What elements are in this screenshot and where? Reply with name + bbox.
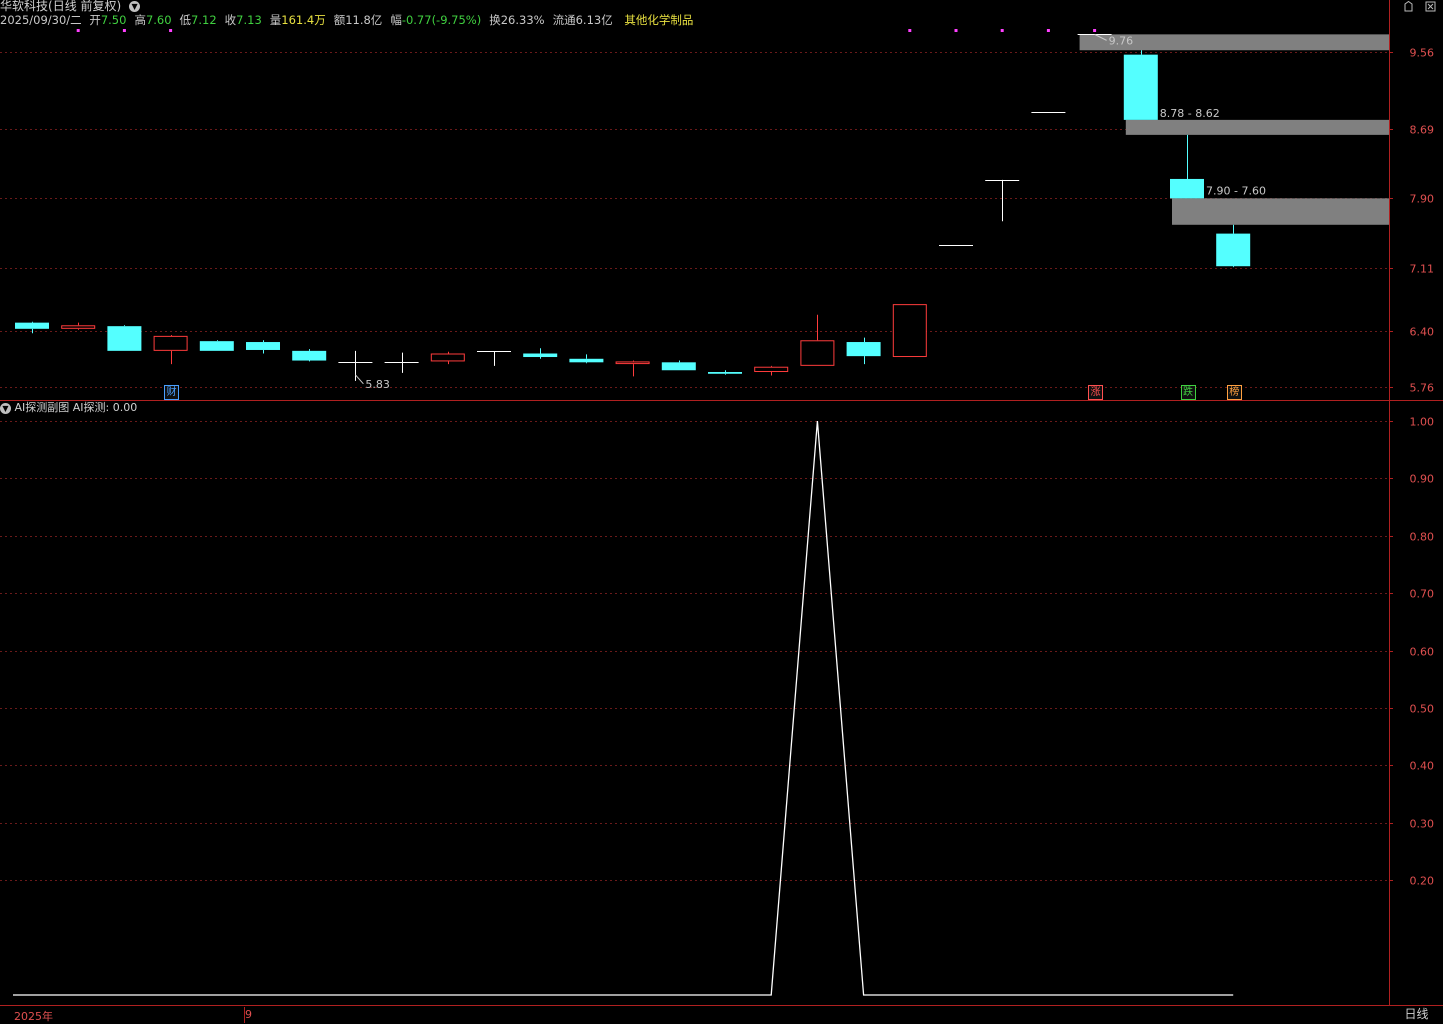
chart-canvas[interactable]: 9.56 8.69 7.90 7.11 6.40 5.76 1.00 0.90 0.80 0.7… xyxy=(0,0,1443,1023)
candle-body xyxy=(616,362,649,364)
gap-range-label: 8.78 - 8.62 xyxy=(1160,107,1220,120)
low-pointer xyxy=(355,375,363,384)
event-badge[interactable]: 跌 xyxy=(1181,385,1196,400)
low-label: 5.83 xyxy=(365,378,390,391)
candle-body xyxy=(15,323,49,329)
y-tick-label: 0.30 xyxy=(1410,818,1435,831)
candle xyxy=(200,340,234,351)
candle-body xyxy=(1124,55,1158,120)
candle-body xyxy=(431,354,464,361)
sub-chart-title[interactable]: AI探测副图 xyxy=(15,401,70,414)
y-tick-label: 1.00 xyxy=(1410,416,1435,429)
high-label: 9.76 xyxy=(1109,34,1134,47)
candle xyxy=(616,361,649,377)
candle-body xyxy=(523,354,557,358)
event-badge[interactable]: 财 xyxy=(164,385,179,400)
candle xyxy=(662,361,696,371)
gap-box xyxy=(1172,198,1389,224)
marker-dot xyxy=(1093,29,1096,32)
y-tick-label: 0.50 xyxy=(1410,703,1435,716)
candle xyxy=(1031,112,1065,113)
candle xyxy=(431,352,464,364)
candle-body xyxy=(847,342,881,356)
candle xyxy=(477,352,511,366)
marker-dot xyxy=(169,29,172,32)
candle-body xyxy=(200,341,234,351)
candle xyxy=(893,304,926,357)
marker-dot xyxy=(77,29,80,32)
marker-dot xyxy=(1001,29,1004,32)
candle xyxy=(62,323,95,330)
candle-body xyxy=(1216,234,1250,267)
y-tick-label: 7.11 xyxy=(1410,263,1435,276)
candle xyxy=(985,180,1019,221)
candle xyxy=(385,353,419,373)
gap-box xyxy=(1126,120,1389,135)
candle xyxy=(708,370,742,374)
candle-body xyxy=(755,367,788,371)
event-badge[interactable]: 榜 xyxy=(1227,385,1242,400)
y-tick-label: 0.60 xyxy=(1410,646,1435,659)
y-tick-label: 8.69 xyxy=(1410,124,1435,137)
candle xyxy=(1216,225,1250,267)
indicator-label: AI探测: xyxy=(73,401,109,414)
period-tab-daily[interactable]: 日线 xyxy=(1390,1006,1443,1023)
candle-body xyxy=(292,351,326,361)
candle-body xyxy=(246,342,280,350)
y-tick-label: 0.70 xyxy=(1410,588,1435,601)
gap-range-label: 7.90 - 7.60 xyxy=(1206,184,1266,197)
indicator-value: 0.00 xyxy=(113,401,138,414)
marker-dot xyxy=(908,29,911,32)
candle-body xyxy=(893,305,926,357)
marker-dot xyxy=(1047,29,1050,32)
candle-body xyxy=(1170,179,1204,198)
sub-chart-header: ▼ AI探测副图 AI探测: 0.00 xyxy=(0,401,137,415)
y-tick-label: 0.40 xyxy=(1410,760,1435,773)
candle xyxy=(1124,50,1158,120)
y-tick-label: 7.90 xyxy=(1410,193,1435,206)
y-tick-label: 5.76 xyxy=(1410,382,1435,395)
candle xyxy=(801,315,834,366)
marker-dot xyxy=(123,29,126,32)
x-axis-month: 9 xyxy=(245,1008,252,1021)
x-axis-year: 2025年 xyxy=(14,1008,53,1024)
candle-body xyxy=(154,336,187,350)
y-tick-label: 0.90 xyxy=(1410,473,1435,486)
event-badge[interactable]: 涨 xyxy=(1088,385,1103,400)
candle xyxy=(246,340,280,353)
y-tick-label: 0.20 xyxy=(1410,875,1435,888)
candle xyxy=(107,325,141,351)
y-tick-label: 9.56 xyxy=(1410,47,1435,60)
y-tick-label: 6.40 xyxy=(1410,326,1435,339)
candle-body xyxy=(708,372,742,374)
candle xyxy=(847,338,881,364)
candle-body xyxy=(62,326,95,329)
candle xyxy=(154,335,187,364)
candle xyxy=(292,349,326,361)
y-tick-label: 0.80 xyxy=(1410,531,1435,544)
x-axis: 2025年 9 xyxy=(0,1006,1390,1023)
candle xyxy=(523,348,557,359)
candle xyxy=(755,366,788,376)
candle-body xyxy=(662,362,696,370)
marker-dot xyxy=(955,29,958,32)
candle xyxy=(569,354,603,363)
candle-body xyxy=(801,341,834,366)
candle-body xyxy=(569,359,603,363)
candle-body xyxy=(107,326,141,351)
candle xyxy=(338,351,372,381)
chevron-down-icon[interactable]: ▼ xyxy=(0,403,11,414)
candle xyxy=(1170,135,1204,198)
